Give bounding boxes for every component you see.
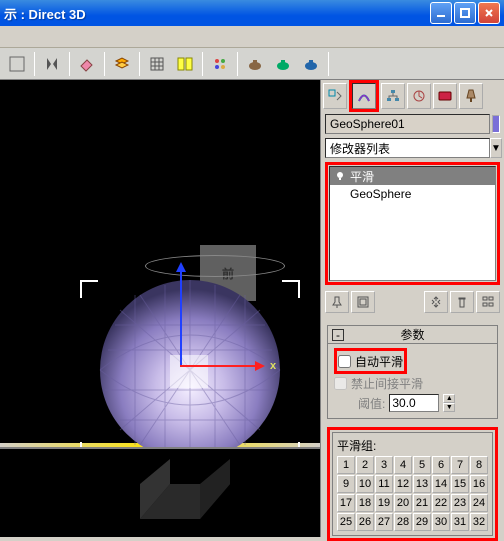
rollout-header[interactable]: - 参数 bbox=[328, 326, 497, 344]
viewport-bottom[interactable] bbox=[0, 447, 320, 537]
motion-tab[interactable] bbox=[407, 83, 431, 109]
minus-icon: - bbox=[332, 329, 344, 341]
modifier-stack[interactable]: 平滑 GeoSphere bbox=[329, 166, 496, 281]
dots-icon[interactable] bbox=[207, 51, 233, 77]
smoothing-group-button[interactable]: 8 bbox=[470, 456, 488, 474]
stack-item-label: 平滑 bbox=[350, 168, 374, 185]
smoothing-group-button[interactable]: 6 bbox=[432, 456, 450, 474]
make-unique-icon[interactable] bbox=[424, 291, 448, 313]
smoothing-group-button[interactable]: 24 bbox=[470, 494, 488, 512]
object-color-swatch[interactable] bbox=[492, 115, 500, 133]
smoothing-group-button[interactable]: 27 bbox=[375, 513, 393, 531]
threshold-row: 阈值: ▲▼ bbox=[334, 392, 491, 414]
prevent-indirect-checkbox: 禁止间接平滑 bbox=[334, 374, 491, 392]
smoothing-group-button[interactable]: 23 bbox=[451, 494, 469, 512]
teapot-brown-icon[interactable] bbox=[242, 51, 268, 77]
viewport-column: 前 bbox=[0, 80, 320, 537]
threshold-spinner[interactable]: ▲▼ bbox=[443, 394, 455, 412]
eraser-icon[interactable] bbox=[74, 51, 100, 77]
minimize-button[interactable] bbox=[430, 2, 452, 24]
selection-brackets bbox=[80, 280, 300, 460]
tool-button-1[interactable] bbox=[4, 51, 30, 77]
stack-item[interactable]: GeoSphere bbox=[330, 185, 495, 203]
rollout-title: 参数 bbox=[400, 326, 424, 343]
teapot-green-icon[interactable] bbox=[270, 51, 296, 77]
pin-stack-icon[interactable] bbox=[325, 291, 349, 313]
threshold-label: 阈值: bbox=[358, 395, 385, 412]
smoothing-group-button[interactable]: 26 bbox=[356, 513, 374, 531]
layers-icon[interactable] bbox=[109, 51, 135, 77]
smoothing-group-button[interactable]: 2 bbox=[356, 456, 374, 474]
viewport-front[interactable]: 前 bbox=[0, 80, 320, 443]
smoothing-group-grid: 1234567891011121314151617181920212223242… bbox=[337, 456, 488, 531]
smoothing-group-button[interactable]: 32 bbox=[470, 513, 488, 531]
object-name-row bbox=[321, 112, 504, 136]
main-area: 前 bbox=[0, 80, 504, 537]
modifier-list-row: ▼ bbox=[321, 136, 504, 160]
prevent-indirect-label: 禁止间接平滑 bbox=[351, 375, 423, 392]
lightbulb-icon bbox=[334, 170, 346, 182]
mirror-icon[interactable] bbox=[39, 51, 65, 77]
smoothing-group-button[interactable]: 28 bbox=[394, 513, 412, 531]
smoothing-group-button[interactable]: 29 bbox=[413, 513, 431, 531]
smoothing-group-button[interactable]: 18 bbox=[356, 494, 374, 512]
stack-item-label: GeoSphere bbox=[350, 187, 411, 201]
smoothing-group-button[interactable]: 12 bbox=[394, 475, 412, 493]
stack-toolbar bbox=[321, 287, 504, 317]
utilities-tab[interactable] bbox=[459, 83, 483, 109]
threshold-input[interactable] bbox=[389, 394, 439, 412]
auto-smooth-checkbox[interactable]: 自动平滑 bbox=[338, 352, 403, 370]
smoothing-group-label: 平滑组: bbox=[337, 437, 488, 454]
parameters-rollout: - 参数 自动平滑 禁止间接平滑 阈值: ▲▼ bbox=[327, 325, 498, 419]
modifier-dropdown[interactable] bbox=[325, 138, 490, 158]
smoothing-group-button[interactable]: 11 bbox=[375, 475, 393, 493]
smoothing-group-button[interactable]: 9 bbox=[337, 475, 355, 493]
grid-icon[interactable] bbox=[144, 51, 170, 77]
modify-tab[interactable] bbox=[352, 83, 376, 109]
smoothing-group-button[interactable]: 14 bbox=[432, 475, 450, 493]
smoothing-group-button[interactable]: 13 bbox=[413, 475, 431, 493]
teapot-blue-icon[interactable] bbox=[298, 51, 324, 77]
smoothing-group-button[interactable]: 3 bbox=[375, 456, 393, 474]
command-panel-tabs bbox=[321, 80, 504, 112]
maximize-button[interactable] bbox=[454, 2, 476, 24]
stack-item[interactable]: 平滑 bbox=[330, 167, 495, 185]
smoothing-group-button[interactable]: 19 bbox=[375, 494, 393, 512]
titlebar: 示 : Direct 3D bbox=[0, 0, 504, 26]
remove-modifier-icon[interactable] bbox=[450, 291, 474, 313]
display-tab[interactable] bbox=[433, 83, 457, 109]
smoothing-group-button[interactable]: 31 bbox=[451, 513, 469, 531]
hierarchy-tab[interactable] bbox=[381, 83, 405, 109]
command-panel: ▼ 平滑 GeoSphere bbox=[320, 80, 504, 537]
smoothing-group-button[interactable]: 4 bbox=[394, 456, 412, 474]
smoothing-group-button[interactable]: 16 bbox=[470, 475, 488, 493]
configure-icon[interactable] bbox=[476, 291, 500, 313]
smoothing-group-button[interactable]: 7 bbox=[451, 456, 469, 474]
smoothing-group-button[interactable]: 30 bbox=[432, 513, 450, 531]
show-result-icon[interactable] bbox=[351, 291, 375, 313]
smoothing-group-button[interactable]: 10 bbox=[356, 475, 374, 493]
chevron-down-icon[interactable]: ▼ bbox=[490, 138, 502, 158]
main-toolbar bbox=[0, 48, 504, 80]
smoothing-group-button[interactable]: 17 bbox=[337, 494, 355, 512]
window-title: 示 : Direct 3D bbox=[4, 4, 428, 23]
smoothing-group-button[interactable]: 5 bbox=[413, 456, 431, 474]
smoothing-group-button[interactable]: 15 bbox=[451, 475, 469, 493]
create-tab[interactable] bbox=[323, 83, 347, 109]
smoothing-group-button[interactable]: 21 bbox=[413, 494, 431, 512]
smoothing-group-button[interactable]: 25 bbox=[337, 513, 355, 531]
object-name-input[interactable] bbox=[325, 114, 490, 134]
panels-icon[interactable] bbox=[172, 51, 198, 77]
smoothing-groups-panel: 平滑组: 12345678910111213141516171819202122… bbox=[332, 432, 493, 536]
menubar bbox=[0, 26, 504, 48]
smoothing-group-button[interactable]: 20 bbox=[394, 494, 412, 512]
auto-smooth-label: 自动平滑 bbox=[355, 353, 403, 370]
smoothing-group-button[interactable]: 1 bbox=[337, 456, 355, 474]
smoothing-group-button[interactable]: 22 bbox=[432, 494, 450, 512]
close-button[interactable] bbox=[478, 2, 500, 24]
